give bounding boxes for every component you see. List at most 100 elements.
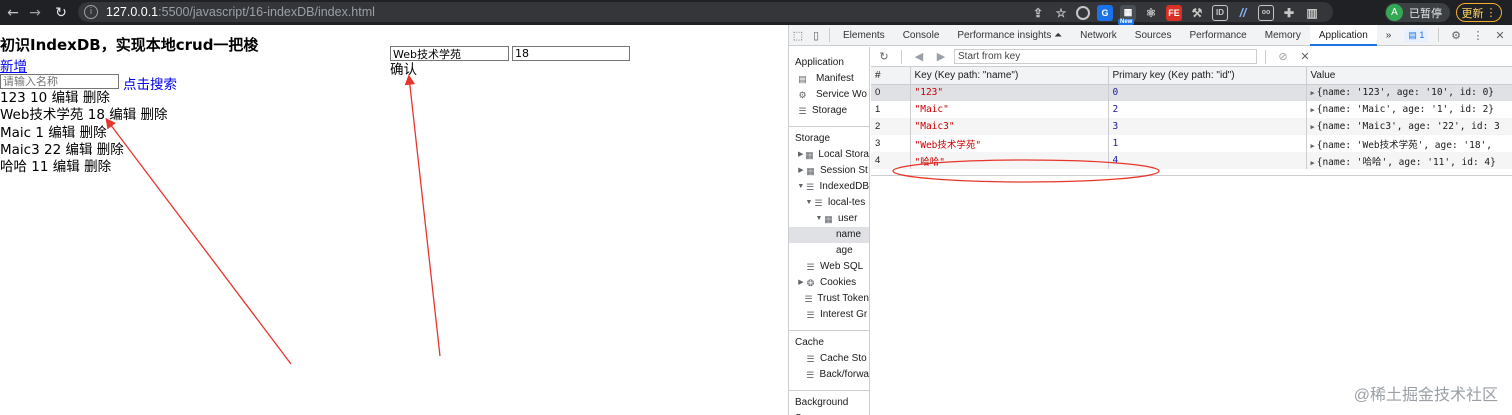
database-icon: ☰	[806, 262, 815, 272]
delete-button[interactable]: 删除	[141, 107, 168, 123]
sidebar-item-cookies[interactable]: ▶ ❂ Cookies	[789, 275, 869, 291]
delete-button[interactable]: 删除	[80, 125, 107, 141]
sidebar-item-back-forward-cache[interactable]: ☰ Back/forwa	[789, 367, 869, 383]
sidebar-item-label: user	[838, 213, 858, 224]
database-icon: ☰	[806, 370, 815, 380]
reload-icon[interactable]: ↻	[50, 2, 72, 24]
extension-circle-icon[interactable]	[1076, 5, 1090, 20]
edit-button[interactable]: 编辑	[65, 142, 92, 158]
database-icon: ☰	[814, 198, 823, 208]
sidebar-item-label: Interest Gr	[820, 309, 868, 320]
application-sidebar: Application ▤ Manifest ⚙ Service Wo ☰ Stora…	[789, 47, 870, 415]
tab-performance[interactable]: Performance	[1180, 25, 1255, 46]
sidebar-item-label: Cache Sto	[820, 353, 867, 364]
more-options-icon[interactable]: ⋮	[1469, 26, 1487, 44]
sidebar-item-index-name[interactable]: name	[789, 227, 869, 243]
slash-extension-icon[interactable]: //	[1235, 5, 1251, 21]
edit-button[interactable]: 编辑	[48, 125, 75, 141]
sidebar-section-storage: Storage	[795, 133, 831, 144]
sidebar-item-index-age[interactable]: age	[789, 243, 869, 259]
sidebar-item-local-storage[interactable]: ▶ ▦ Local Stora	[789, 147, 869, 163]
tab-divider	[829, 28, 830, 42]
tab-network[interactable]: Network	[1071, 25, 1126, 46]
sidebar-item-local-test-db[interactable]: ▼ ☰ local-tes	[789, 195, 869, 211]
translate-extension-icon[interactable]: G	[1097, 4, 1113, 21]
edit-button[interactable]: 编辑	[109, 107, 136, 123]
id-extension-icon[interactable]: ID	[1212, 4, 1228, 21]
annotation-ellipse	[892, 159, 1160, 183]
annotation-arrow-to-confirm	[404, 74, 441, 357]
sidebar-item-user-store[interactable]: ▼ ▦ user	[789, 211, 869, 227]
issues-badge[interactable]: ▤ 1	[1404, 28, 1429, 42]
sidebar-item-trust-tokens[interactable]: ☰ Trust Token	[789, 291, 869, 307]
settings-gear-icon[interactable]: ⚙	[1447, 26, 1465, 44]
sidebar-item-interest-groups[interactable]: ☰ Interest Gr	[789, 307, 869, 323]
tab-sources[interactable]: Sources	[1126, 25, 1181, 46]
sidebar-item-service-workers[interactable]: ⚙ Service Wo	[789, 87, 869, 103]
tab-memory[interactable]: Memory	[1256, 25, 1310, 46]
more-tabs-button[interactable]: »	[1377, 25, 1401, 46]
record-name: Web技术学苑	[0, 107, 84, 124]
record-age: 10	[30, 90, 48, 106]
glasses-extension-icon[interactable]: oo	[1258, 4, 1274, 21]
grid-icon: ▦	[805, 150, 814, 160]
device-toolbar-icon[interactable]: ▯	[807, 26, 825, 44]
tab-performance-insights[interactable]: Performance insights ⏶	[948, 25, 1071, 46]
edit-age-input[interactable]	[512, 46, 630, 61]
sidebar-item-cache-storage[interactable]: ☰ Cache Sto	[789, 351, 869, 367]
cookie-icon: ❂	[806, 278, 815, 288]
close-devtools-icon[interactable]: ✕	[1491, 26, 1509, 44]
url-host: 127.0.0.1	[106, 5, 159, 19]
record-age: 18	[87, 107, 105, 124]
sidebar-item-session-storage[interactable]: ▶ ▦ Session St	[789, 163, 869, 179]
bookmark-star-icon[interactable]: ☆	[1053, 5, 1069, 21]
watermark-text: @稀土掘金技术社区	[1353, 387, 1498, 404]
edit-name-input[interactable]	[390, 46, 509, 61]
records-list: 123 10 编辑 删除 Web技术学苑 18 编辑 删除 Maic 1 编辑 …	[0, 90, 168, 176]
sidepanel-icon[interactable]: ▥	[1304, 5, 1320, 21]
react-extension-icon[interactable]: ⚛	[1143, 5, 1159, 21]
puzzle-icon[interactable]: ✚	[1281, 5, 1297, 21]
new-extension-icon[interactable]: ▦ New	[1118, 4, 1136, 25]
tab-divider	[1438, 28, 1439, 42]
delete-button[interactable]: 删除	[84, 159, 111, 175]
database-icon: ☰	[806, 310, 815, 320]
update-button[interactable]: 更新 ⋮	[1456, 3, 1502, 22]
sidebar-section-background: Background Serv	[795, 397, 849, 415]
search-input[interactable]	[0, 74, 119, 89]
record-name: 123	[0, 90, 26, 106]
inspect-element-icon[interactable]: ⬚	[789, 26, 807, 44]
tools-extension-icon[interactable]: ⚒	[1189, 5, 1205, 21]
tab-console[interactable]: Console	[894, 25, 949, 46]
sidebar-item-manifest[interactable]: ▤ Manifest	[789, 71, 869, 87]
back-icon[interactable]: ←	[2, 2, 24, 24]
add-link[interactable]: 新增	[0, 55, 27, 75]
record-name: Maic	[0, 124, 32, 141]
edit-button[interactable]: 编辑	[52, 90, 79, 106]
page-viewport: 初识IndexDB，实现本地crud一把梭 新增 点击搜索 123 10 编辑 …	[0, 25, 788, 415]
forward-icon[interactable]: →	[24, 2, 46, 24]
record-age: 1	[35, 124, 44, 141]
share-icon[interactable]: ⇪	[1030, 5, 1046, 21]
fe-extension-icon[interactable]: FE	[1166, 4, 1182, 21]
tab-elements[interactable]: Elements	[834, 25, 894, 46]
record-age: 22	[43, 141, 62, 158]
tab-application[interactable]: Application	[1309, 24, 1377, 46]
sidebar-item-label: Service Wo	[816, 89, 867, 100]
database-icon: ☰	[806, 354, 815, 364]
sidebar-item-label: Back/forwa	[819, 369, 869, 380]
sidebar-divider	[789, 390, 869, 391]
sidebar-item-storage[interactable]: ☰ Storage	[789, 103, 869, 119]
profile-button[interactable]: A 已暂停	[1385, 3, 1450, 22]
record-row: Maic3 22 编辑 删除	[0, 142, 168, 159]
site-info-icon[interactable]: i	[84, 5, 98, 19]
confirm-button[interactable]: 确认	[390, 62, 417, 79]
sidebar-item-label: Session St	[820, 165, 868, 176]
sidebar-item-label: Manifest	[816, 73, 854, 84]
devtools-tabbar: ⬚ ▯ Elements Console Performance insight…	[789, 24, 1512, 46]
delete-button[interactable]: 删除	[97, 142, 124, 158]
edit-button[interactable]: 编辑	[53, 159, 80, 175]
sidebar-item-web-sql[interactable]: ☰ Web SQL	[789, 259, 869, 275]
delete-button[interactable]: 删除	[83, 90, 110, 106]
sidebar-item-indexeddb[interactable]: ▼ ☰ IndexedDB	[789, 179, 869, 195]
